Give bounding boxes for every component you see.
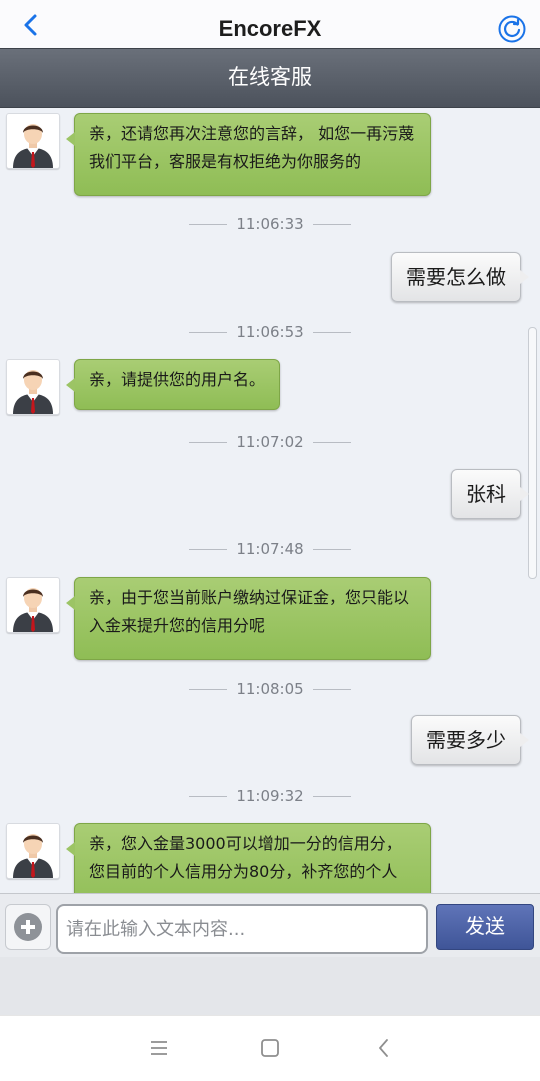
agent-avatar-icon	[13, 834, 53, 878]
refresh-icon[interactable]	[498, 15, 526, 43]
app-title: EncoreFX	[218, 16, 322, 41]
agent-avatar	[6, 577, 60, 633]
user-message: 需要多少	[411, 715, 529, 765]
back-chevron-icon[interactable]	[372, 1036, 396, 1060]
composer-bar: 发送	[0, 893, 540, 958]
menu-icon[interactable]	[147, 1036, 171, 1060]
agent-avatar-icon	[13, 370, 53, 414]
app-bar: EncoreFX	[0, 0, 540, 48]
timestamp-text: 11:07:48	[236, 540, 304, 558]
timestamp-text: 11:06:33	[236, 215, 304, 233]
home-square-icon[interactable]	[258, 1036, 282, 1060]
agent-avatar	[6, 823, 60, 879]
timestamp-text: 11:07:02	[236, 433, 304, 451]
timestamp: 11:07:48	[0, 540, 540, 558]
timestamp: 11:06:53	[0, 323, 540, 341]
system-nav-bar	[0, 1015, 540, 1081]
agent-avatar-icon	[13, 124, 53, 168]
keyboard-spacer	[0, 957, 540, 1015]
timestamp-text: 11:09:32	[236, 787, 304, 805]
timestamp-text: 11:06:53	[236, 323, 304, 341]
chat-area[interactable]: 亲，还请您再次注意您的言辞， 如您一再污蔑我们平台，客服是有权拒绝为你服务的 1…	[0, 107, 540, 893]
agent-message: 亲，还请您再次注意您的言辞， 如您一再污蔑我们平台，客服是有权拒绝为你服务的	[66, 113, 431, 196]
timestamp: 11:08:05	[0, 680, 540, 698]
send-button[interactable]: 发送	[436, 904, 534, 950]
timestamp: 11:06:33	[0, 215, 540, 233]
timestamp: 11:09:32	[0, 787, 540, 805]
agent-avatar	[6, 359, 60, 415]
user-message: 需要怎么做	[391, 252, 529, 302]
agent-avatar-icon	[13, 588, 53, 632]
chat-header: 在线客服	[0, 48, 540, 108]
message-input[interactable]	[56, 904, 428, 954]
agent-message: 亲，您入金量3000可以增加一分的信用分，您目前的个人信用分为80分，补齐您的个…	[66, 823, 431, 893]
agent-message: 亲，请提供您的用户名。	[65, 359, 281, 410]
add-attachment-button[interactable]	[5, 904, 51, 950]
user-message: 张科	[451, 469, 529, 519]
agent-message: 亲，由于您当前账户缴纳过保证金，您只能以入金来提升您的信用分呢	[66, 577, 431, 660]
agent-avatar	[6, 113, 60, 169]
timestamp-text: 11:08:05	[236, 680, 304, 698]
chat-title: 在线客服	[228, 65, 312, 89]
timestamp: 11:07:02	[0, 433, 540, 451]
